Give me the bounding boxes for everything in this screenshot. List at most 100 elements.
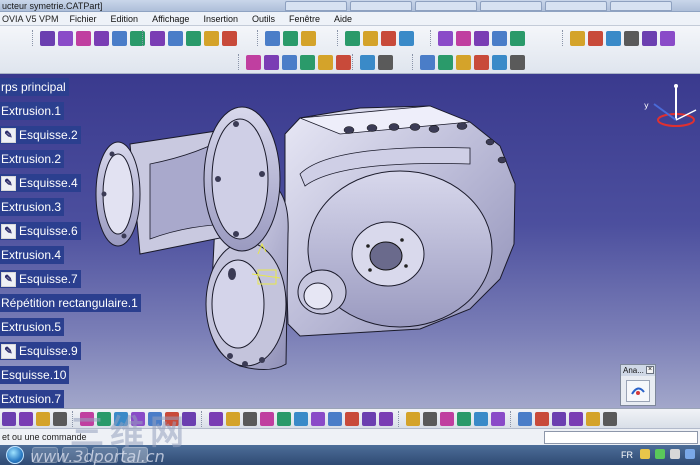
- tree-node[interactable]: ✎ Esquisse.7: [0, 270, 81, 288]
- view-toolbar-button[interactable]: [440, 411, 454, 426]
- toolbar-button[interactable]: [336, 54, 351, 70]
- browser-tab[interactable]: [480, 1, 542, 11]
- 3d-viewport[interactable]: rps principal Extrusion.1 ✎ Esquisse.2 Extru…: [0, 74, 700, 408]
- analysis-palette[interactable]: Ana... ×: [620, 364, 656, 406]
- view-toolbar-button[interactable]: [569, 411, 583, 426]
- view-toolbar-button[interactable]: [362, 411, 376, 426]
- view-toolbar-button[interactable]: [457, 411, 471, 426]
- menu-affichage[interactable]: Affichage: [145, 14, 196, 24]
- toolbar-button[interactable]: [510, 54, 525, 70]
- toolbar-grip[interactable]: [337, 30, 340, 46]
- browser-tab[interactable]: [285, 1, 347, 11]
- view-toolbar-button[interactable]: [474, 411, 488, 426]
- tree-node[interactable]: Extrusion.7: [0, 390, 65, 408]
- tree-node[interactable]: rps principal: [0, 78, 69, 96]
- browser-tab[interactable]: [610, 1, 672, 11]
- view-toolbar-button[interactable]: [19, 411, 33, 426]
- tree-node[interactable]: Extrusion.1: [0, 102, 65, 120]
- tree-node[interactable]: Extrusion.3: [0, 198, 65, 216]
- language-indicator[interactable]: FR: [621, 450, 633, 460]
- view-toolbar-button[interactable]: [345, 411, 359, 426]
- toolbar-grip[interactable]: [32, 30, 35, 46]
- toolbar-grip[interactable]: [562, 30, 565, 46]
- menu-aide[interactable]: Aide: [327, 14, 359, 24]
- toolbar-button[interactable]: [624, 30, 639, 46]
- toolbar-button[interactable]: [399, 30, 414, 46]
- network-icon[interactable]: [685, 449, 695, 459]
- toolbar-grip[interactable]: [412, 54, 415, 70]
- toolbar-button[interactable]: [360, 54, 375, 70]
- view-toolbar-button[interactable]: [2, 411, 16, 426]
- tree-node[interactable]: Esquisse.10: [0, 366, 70, 384]
- toolbar-grip[interactable]: [257, 30, 260, 46]
- toolbar-grip[interactable]: [430, 30, 433, 46]
- toolbar-button[interactable]: [222, 30, 237, 46]
- toolbar-button[interactable]: [492, 54, 507, 70]
- tree-node[interactable]: ✎ Esquisse.2: [0, 126, 81, 144]
- toolbar-button[interactable]: [318, 54, 333, 70]
- toolbar-button[interactable]: [186, 30, 201, 46]
- toolbar-button[interactable]: [438, 30, 453, 46]
- toolbar-button[interactable]: [642, 30, 657, 46]
- toolbar-button[interactable]: [381, 30, 396, 46]
- view-toolbar-button[interactable]: [552, 411, 566, 426]
- toolbar-button[interactable]: [378, 54, 393, 70]
- menu-outils[interactable]: Outils: [245, 14, 282, 24]
- view-toolbar-button[interactable]: [209, 411, 223, 426]
- tree-node[interactable]: Extrusion.2: [0, 150, 65, 168]
- view-toolbar-button[interactable]: [294, 411, 308, 426]
- toolbar-button[interactable]: [588, 30, 603, 46]
- toolbar-button[interactable]: [301, 30, 316, 46]
- menu-fichier[interactable]: Fichier: [63, 14, 104, 24]
- toolbar-grip[interactable]: [510, 410, 513, 427]
- toolbar-button[interactable]: [112, 30, 127, 46]
- toolbar-button[interactable]: [510, 30, 525, 46]
- command-input[interactable]: [544, 431, 698, 444]
- toolbar-button[interactable]: [456, 30, 471, 46]
- toolbar-button[interactable]: [265, 30, 280, 46]
- analysis-button[interactable]: [626, 380, 650, 402]
- menu-fenetre[interactable]: Fenêtre: [282, 14, 327, 24]
- toolbar-button[interactable]: [282, 54, 297, 70]
- view-toolbar-button[interactable]: [379, 411, 393, 426]
- view-toolbar-button[interactable]: [277, 411, 291, 426]
- browser-tab[interactable]: [415, 1, 477, 11]
- view-toolbar-button[interactable]: [260, 411, 274, 426]
- toolbar-button[interactable]: [456, 54, 471, 70]
- toolbar-button[interactable]: [300, 54, 315, 70]
- part-model[interactable]: [0, 74, 700, 408]
- close-icon[interactable]: ×: [646, 366, 654, 374]
- toolbar-grip[interactable]: [142, 30, 145, 46]
- view-toolbar-button[interactable]: [535, 411, 549, 426]
- toolbar-button[interactable]: [264, 54, 279, 70]
- toolbar-button[interactable]: [204, 30, 219, 46]
- toolbar-button[interactable]: [345, 30, 360, 46]
- toolbar-button[interactable]: [246, 54, 261, 70]
- view-toolbar-button[interactable]: [36, 411, 50, 426]
- toolbar-button[interactable]: [168, 30, 183, 46]
- toolbar-button[interactable]: [570, 30, 585, 46]
- view-toolbar-button[interactable]: [586, 411, 600, 426]
- toolbar-button[interactable]: [283, 30, 298, 46]
- view-toolbar-button[interactable]: [226, 411, 240, 426]
- tree-node[interactable]: ✎ Esquisse.6: [0, 222, 81, 240]
- browser-tab[interactable]: [545, 1, 607, 11]
- toolbar-button[interactable]: [438, 54, 453, 70]
- volume-icon[interactable]: [670, 449, 680, 459]
- toolbar-button[interactable]: [150, 30, 165, 46]
- tree-node[interactable]: ✎ Esquisse.4: [0, 174, 81, 192]
- view-toolbar-button[interactable]: [518, 411, 532, 426]
- view-toolbar-button[interactable]: [53, 411, 67, 426]
- view-toolbar-button[interactable]: [406, 411, 420, 426]
- start-button[interactable]: [6, 446, 24, 464]
- toolbar-button[interactable]: [420, 54, 435, 70]
- view-toolbar-button[interactable]: [603, 411, 617, 426]
- toolbar-grip[interactable]: [201, 410, 204, 427]
- toolbar-grip[interactable]: [352, 54, 355, 70]
- toolbar-grip[interactable]: [398, 410, 401, 427]
- browser-tab[interactable]: [350, 1, 412, 11]
- view-toolbar-button[interactable]: [423, 411, 437, 426]
- tree-node[interactable]: Extrusion.4: [0, 246, 65, 264]
- toolbar-button[interactable]: [474, 54, 489, 70]
- view-toolbar-button[interactable]: [328, 411, 342, 426]
